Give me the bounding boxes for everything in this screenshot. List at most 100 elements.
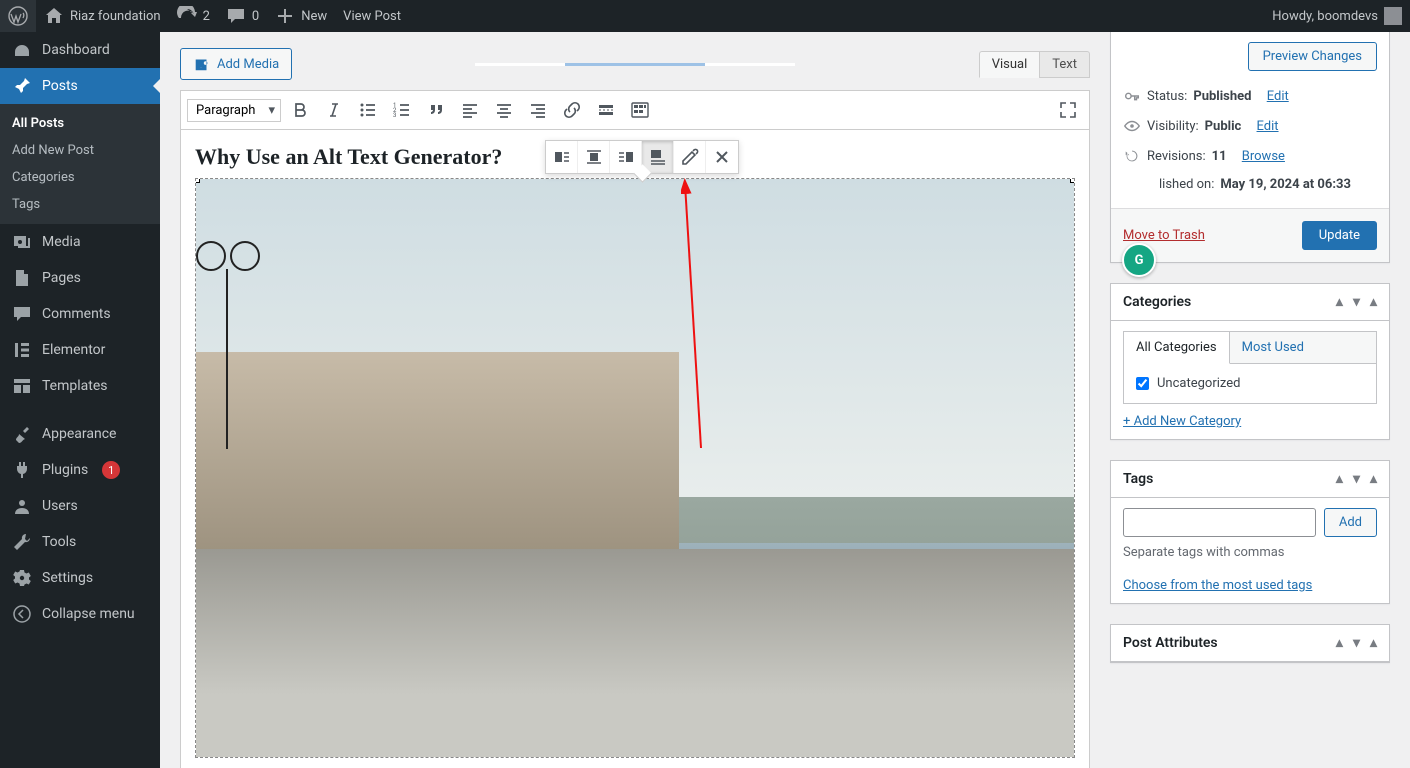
tab-most-used[interactable]: Most Used — [1230, 332, 1316, 363]
menu-media[interactable]: Media — [0, 224, 160, 260]
home-icon — [44, 6, 64, 26]
updates[interactable]: 2 — [169, 0, 218, 32]
menu-settings[interactable]: Settings — [0, 560, 160, 596]
page-icon — [12, 268, 32, 288]
choose-tags-link[interactable]: Choose from the most used tags — [1123, 578, 1312, 593]
dashboard-icon — [12, 40, 32, 60]
view-post[interactable]: View Post — [335, 0, 409, 32]
img-align-none-button[interactable] — [642, 141, 674, 173]
collapse-menu[interactable]: Collapse menu — [0, 596, 160, 632]
browse-revisions-link[interactable]: Browse — [1242, 149, 1285, 164]
panel-toggle-icon[interactable]: ▴ — [1370, 471, 1377, 487]
preview-changes-button[interactable]: Preview Changes — [1248, 42, 1377, 71]
add-new-category-link[interactable]: + Add New Category — [1123, 414, 1241, 429]
media-icon — [12, 232, 32, 252]
panel-up-icon[interactable]: ▴ — [1336, 294, 1343, 310]
tags-panel: Tags ▴▾▴ Add Separate tags with commas C… — [1110, 460, 1390, 604]
submenu-tags[interactable]: Tags — [0, 191, 160, 218]
editor-canvas[interactable]: Why Use an Alt Text Generator? — [180, 130, 1090, 768]
menu-tools[interactable]: Tools — [0, 524, 160, 560]
move-to-trash-link[interactable]: Move to Trash — [1123, 228, 1205, 243]
add-media-button[interactable]: Add Media — [180, 48, 292, 80]
menu-posts[interactable]: Posts — [0, 68, 160, 104]
img-align-right-button[interactable] — [610, 141, 642, 173]
progress-bar — [475, 63, 795, 66]
tab-visual[interactable]: Visual — [979, 51, 1040, 78]
comment-icon — [12, 304, 32, 324]
submenu-categories[interactable]: Categories — [0, 164, 160, 191]
submenu-all-posts[interactable]: All Posts — [0, 110, 160, 137]
category-checkbox[interactable] — [1136, 377, 1149, 390]
refresh-icon — [177, 6, 197, 26]
plus-icon — [275, 6, 295, 26]
plugins-badge: 1 — [102, 461, 120, 479]
key-icon — [1123, 87, 1141, 105]
quote-button[interactable] — [421, 95, 451, 125]
img-remove-button[interactable] — [706, 141, 738, 173]
readmore-button[interactable] — [591, 95, 621, 125]
menu-plugins[interactable]: Plugins1 — [0, 452, 160, 488]
panel-up-icon[interactable]: ▴ — [1336, 471, 1343, 487]
site-name[interactable]: Riaz foundation — [36, 0, 169, 32]
ol-button[interactable]: 123 — [387, 95, 417, 125]
fullscreen-button[interactable] — [1053, 95, 1083, 125]
add-tag-button[interactable]: Add — [1324, 508, 1377, 537]
admin-bar: Riaz foundation 2 0 New View Post Howdy,… — [0, 0, 1410, 32]
submenu-add-new[interactable]: Add New Post — [0, 137, 160, 164]
svg-text:3: 3 — [393, 112, 396, 119]
image-toolbar — [545, 140, 739, 174]
tags-help: Separate tags with commas — [1123, 545, 1377, 560]
comments-count[interactable]: 0 — [218, 0, 267, 32]
italic-button[interactable] — [319, 95, 349, 125]
ul-button[interactable] — [353, 95, 383, 125]
menu-appearance[interactable]: Appearance — [0, 416, 160, 452]
tools-icon — [12, 532, 32, 552]
edit-status-link[interactable]: Edit — [1267, 89, 1289, 104]
media-icon — [193, 55, 211, 73]
toolbar-toggle-button[interactable] — [625, 95, 655, 125]
annotation-arrow — [681, 178, 721, 458]
panel-down-icon[interactable]: ▾ — [1353, 635, 1360, 651]
menu-pages[interactable]: Pages — [0, 260, 160, 296]
eye-icon — [1123, 117, 1141, 135]
tag-input[interactable] — [1123, 508, 1316, 537]
menu-elementor[interactable]: Elementor — [0, 332, 160, 368]
img-edit-button[interactable] — [674, 141, 706, 173]
tab-all-categories[interactable]: All Categories — [1124, 332, 1230, 364]
menu-dashboard[interactable]: Dashboard — [0, 32, 160, 68]
menu-comments[interactable]: Comments — [0, 296, 160, 332]
avatar — [1384, 7, 1402, 25]
menu-users[interactable]: Users — [0, 488, 160, 524]
post-attributes-panel: Post Attributes ▴▾▴ — [1110, 624, 1390, 663]
grammarly-badge[interactable]: G — [1122, 243, 1156, 277]
align-right-button[interactable] — [523, 95, 553, 125]
link-button[interactable] — [557, 95, 587, 125]
editor-toolbar: Paragraph 123 — [180, 90, 1090, 130]
history-icon — [1123, 147, 1141, 165]
appearance-icon — [12, 424, 32, 444]
menu-templates[interactable]: Templates — [0, 368, 160, 404]
my-account[interactable]: Howdy, boomdevs — [1264, 0, 1410, 32]
category-uncategorized[interactable]: Uncategorized — [1136, 376, 1364, 391]
panel-down-icon[interactable]: ▾ — [1353, 471, 1360, 487]
panel-toggle-icon[interactable]: ▴ — [1370, 294, 1377, 310]
users-icon — [12, 496, 32, 516]
format-select[interactable]: Paragraph — [187, 99, 281, 122]
categories-panel: Categories ▴▾▴ All Categories Most Used … — [1110, 283, 1390, 440]
wp-logo[interactable] — [0, 0, 36, 32]
new-content[interactable]: New — [267, 0, 335, 32]
img-align-center-button[interactable] — [578, 141, 610, 173]
align-center-button[interactable] — [489, 95, 519, 125]
edit-visibility-link[interactable]: Edit — [1257, 119, 1279, 134]
templates-icon — [12, 376, 32, 396]
align-left-button[interactable] — [455, 95, 485, 125]
panel-down-icon[interactable]: ▾ — [1353, 294, 1360, 310]
panel-up-icon[interactable]: ▴ — [1336, 635, 1343, 651]
bold-button[interactable] — [285, 95, 315, 125]
img-align-left-button[interactable] — [546, 141, 578, 173]
submenu-posts: All Posts Add New Post Categories Tags — [0, 104, 160, 224]
tab-text[interactable]: Text — [1039, 51, 1090, 78]
selected-image[interactable] — [195, 178, 1075, 758]
panel-toggle-icon[interactable]: ▴ — [1370, 635, 1377, 651]
update-button[interactable]: Update — [1302, 221, 1377, 250]
